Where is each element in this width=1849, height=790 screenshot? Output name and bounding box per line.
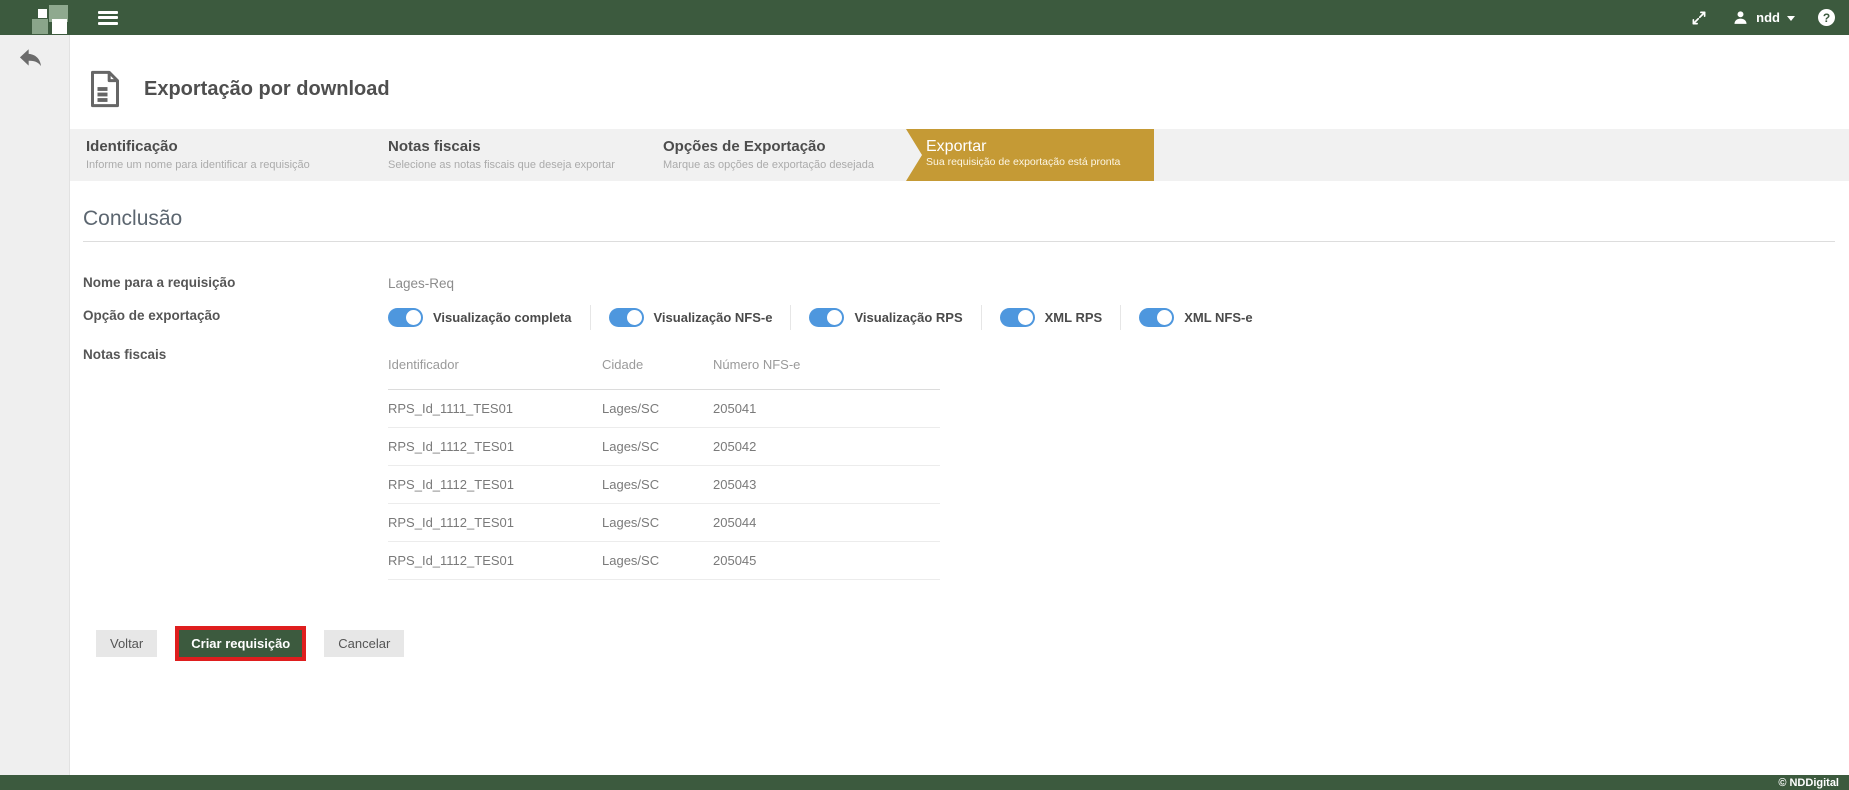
step-title: Notas fiscais bbox=[388, 138, 615, 155]
toggle-group: XML RPS bbox=[981, 305, 1121, 330]
toggle-label: Visualização RPS bbox=[854, 310, 962, 325]
table-row: RPS_Id_1112_TES01 Lages/SC 205042 bbox=[388, 428, 940, 466]
cell-cidade: Lages/SC bbox=[602, 553, 713, 568]
step-subtitle: Selecione as notas fiscais que deseja ex… bbox=[388, 159, 615, 171]
toggle-label: Visualização NFS-e bbox=[654, 310, 773, 325]
main-content: Exportação por download Identificação In… bbox=[70, 35, 1849, 775]
cell-cidade: Lages/SC bbox=[602, 439, 713, 454]
step-title: Exportar bbox=[926, 138, 1154, 156]
toggle-label: XML RPS bbox=[1045, 310, 1103, 325]
wizard-step-opcoes-exportacao[interactable]: Opções de Exportação Marque as opções de… bbox=[663, 138, 874, 171]
voltar-button[interactable]: Voltar bbox=[96, 630, 157, 657]
user-menu[interactable]: ndd bbox=[1731, 9, 1795, 27]
fullscreen-icon[interactable] bbox=[1690, 9, 1708, 27]
summary-row-options: Opção de exportação Visualização complet… bbox=[83, 305, 1835, 330]
step-title: Opções de Exportação bbox=[663, 138, 874, 155]
cell-cidade: Lages/SC bbox=[602, 401, 713, 416]
toggle-group: Visualização completa bbox=[388, 305, 590, 330]
logo-square bbox=[38, 9, 47, 18]
toggle-xml-rps[interactable] bbox=[1000, 308, 1035, 327]
help-icon[interactable]: ? bbox=[1818, 9, 1835, 26]
toggle-visualizacao-nfse[interactable] bbox=[609, 308, 644, 327]
footer-bar: © NDDigital bbox=[0, 775, 1849, 790]
toggle-group: Visualização NFS-e bbox=[590, 305, 791, 330]
cell-identificador: RPS_Id_1111_TES01 bbox=[388, 401, 602, 416]
field-label: Opção de exportação bbox=[83, 305, 388, 323]
document-icon bbox=[85, 68, 125, 110]
wizard-steps-bar: Identificação Informe um nome para ident… bbox=[70, 129, 1849, 181]
table-header: Identificador Cidade Número NFS-e bbox=[388, 357, 940, 390]
table-row: RPS_Id_1112_TES01 Lages/SC 205045 bbox=[388, 542, 940, 580]
toggle-knob bbox=[1157, 310, 1172, 325]
step-subtitle: Sua requisição de exportação está pronta bbox=[926, 156, 1154, 168]
app-logo bbox=[30, 2, 74, 34]
toggle-knob bbox=[627, 310, 642, 325]
wizard-step-exportar-active[interactable]: Exportar Sua requisição de exportação es… bbox=[906, 129, 1154, 181]
table-row: RPS_Id_1112_TES01 Lages/SC 205044 bbox=[388, 504, 940, 542]
wizard-step-identificacao[interactable]: Identificação Informe um nome para ident… bbox=[86, 138, 310, 171]
export-options: Visualização completa Visualização NFS-e… bbox=[388, 305, 1271, 330]
cell-numero-nfse: 205041 bbox=[713, 401, 940, 416]
username-label: ndd bbox=[1756, 10, 1780, 25]
menu-toggle-icon[interactable] bbox=[98, 11, 118, 25]
field-label: Nome para a requisição bbox=[83, 272, 388, 290]
toggle-knob bbox=[1018, 310, 1033, 325]
divider bbox=[83, 241, 1835, 242]
wizard-step-notas-fiscais[interactable]: Notas fiscais Selecione as notas fiscais… bbox=[388, 138, 615, 171]
copyright-label: © NDDigital bbox=[1778, 777, 1839, 789]
back-arrow-icon[interactable] bbox=[15, 44, 49, 74]
logo-square bbox=[32, 19, 48, 34]
step-subtitle: Informe um nome para identificar a requi… bbox=[86, 159, 310, 171]
cell-cidade: Lages/SC bbox=[602, 515, 713, 530]
highlight-box: Criar requisição bbox=[175, 626, 306, 661]
field-label: Notas fiscais bbox=[83, 344, 388, 362]
topbar: ndd ? bbox=[0, 0, 1849, 35]
notes-table: Identificador Cidade Número NFS-e RPS_Id… bbox=[388, 357, 940, 580]
step-title: Identificação bbox=[86, 138, 310, 155]
column-header: Identificador bbox=[388, 357, 602, 372]
action-buttons: Voltar Criar requisição Cancelar bbox=[96, 626, 1835, 661]
table-row: RPS_Id_1112_TES01 Lages/SC 205043 bbox=[388, 466, 940, 504]
cell-numero-nfse: 205043 bbox=[713, 477, 940, 492]
app-window: ndd ? bbox=[0, 0, 1849, 790]
user-icon bbox=[1731, 9, 1749, 27]
column-header: Número NFS-e bbox=[713, 357, 940, 372]
toggle-label: XML NFS-e bbox=[1184, 310, 1252, 325]
step-subtitle: Marque as opções de exportação desejada bbox=[663, 159, 874, 171]
cell-numero-nfse: 205045 bbox=[713, 553, 940, 568]
toggle-knob bbox=[827, 310, 842, 325]
summary-row-notes: Notas fiscais Identificador Cidade Númer… bbox=[83, 344, 1835, 580]
chevron-down-icon bbox=[1787, 16, 1795, 21]
cell-numero-nfse: 205042 bbox=[713, 439, 940, 454]
cell-identificador: RPS_Id_1112_TES01 bbox=[388, 439, 602, 454]
toggle-group: XML NFS-e bbox=[1120, 305, 1270, 330]
cell-identificador: RPS_Id_1112_TES01 bbox=[388, 477, 602, 492]
page-title: Exportação por download bbox=[144, 78, 390, 101]
logo-square bbox=[52, 19, 67, 34]
table-row: RPS_Id_1111_TES01 Lages/SC 205041 bbox=[388, 390, 940, 428]
summary-row-name: Nome para a requisição Lages-Req bbox=[83, 272, 1835, 291]
section-heading: Conclusão bbox=[83, 207, 1849, 231]
cancelar-button[interactable]: Cancelar bbox=[324, 630, 404, 657]
cell-numero-nfse: 205044 bbox=[713, 515, 940, 530]
cell-identificador: RPS_Id_1112_TES01 bbox=[388, 553, 602, 568]
toggle-knob bbox=[406, 310, 421, 325]
toggle-xml-nfse[interactable] bbox=[1139, 308, 1174, 327]
toggle-visualizacao-rps[interactable] bbox=[809, 308, 844, 327]
column-header: Cidade bbox=[602, 357, 713, 372]
sidebar bbox=[0, 35, 70, 775]
request-name-value: Lages-Req bbox=[388, 272, 454, 291]
toggle-visualizacao-completa[interactable] bbox=[388, 308, 423, 327]
toggle-label: Visualização completa bbox=[433, 310, 572, 325]
criar-requisicao-button[interactable]: Criar requisição bbox=[179, 630, 302, 657]
cell-cidade: Lages/SC bbox=[602, 477, 713, 492]
toggle-group: Visualização RPS bbox=[790, 305, 980, 330]
cell-identificador: RPS_Id_1112_TES01 bbox=[388, 515, 602, 530]
